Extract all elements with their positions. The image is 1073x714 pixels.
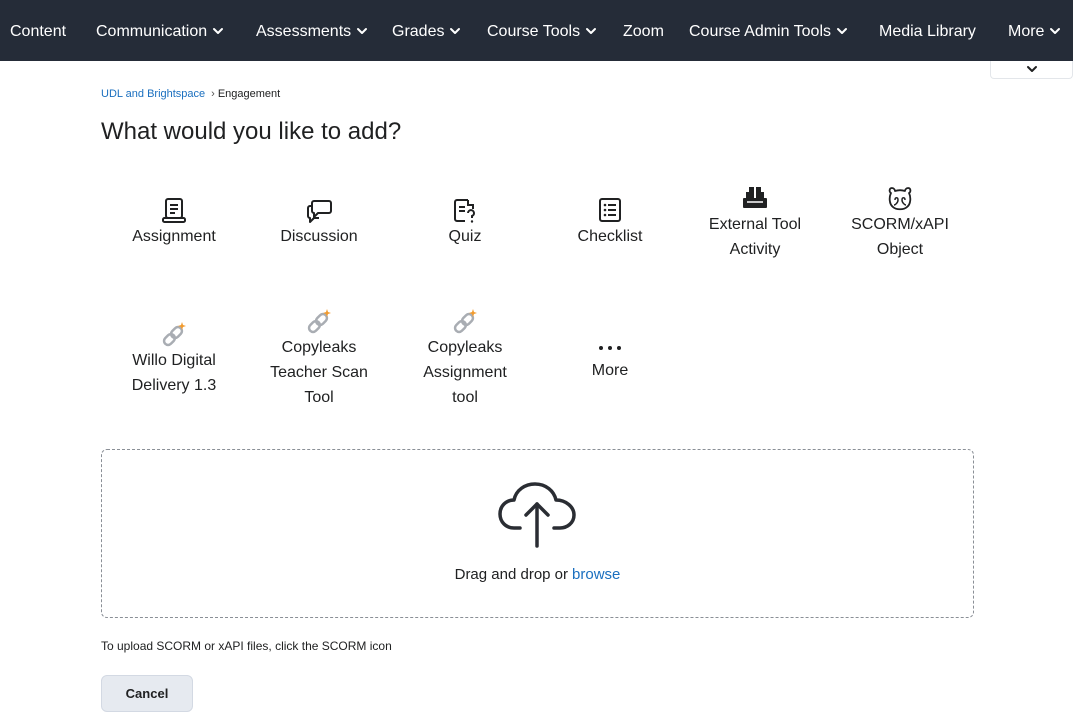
nav-grades[interactable]: Grades	[392, 0, 461, 61]
file-drop-zone[interactable]: Drag and drop or browse	[101, 449, 974, 618]
external-tool-icon	[743, 187, 767, 208]
tile-label: Activity	[729, 241, 781, 258]
breadcrumb: UDL and Brightspace › Engagement	[101, 88, 280, 100]
breadcrumb-current: Engagement	[217, 88, 281, 100]
chevron-down-icon	[450, 28, 461, 34]
chevron-down-icon	[1027, 66, 1037, 72]
tile-copyleaks-assignment-tool[interactable]: Copyleaks Assignment tool	[392, 307, 538, 410]
tile-quiz[interactable]: Quiz	[392, 196, 538, 249]
nav-overflow-toggle[interactable]	[990, 61, 1073, 79]
tile-copyleaks-teacher-scan-tool[interactable]: Copyleaks Teacher Scan Tool	[246, 307, 392, 410]
tile-label: Tool	[304, 389, 334, 406]
nav-communication[interactable]: Communication	[96, 0, 224, 61]
tile-label: Checklist	[577, 228, 643, 245]
nav-course-admin-tools[interactable]: Course Admin Tools	[689, 0, 848, 61]
chevron-down-icon	[357, 28, 368, 34]
tile-label: Assignment	[423, 364, 507, 381]
nav-more[interactable]: More	[1008, 0, 1061, 61]
quiz-icon	[454, 199, 475, 223]
course-navbar: Content Communication Assessments Grades…	[0, 0, 1073, 61]
chevron-down-icon	[586, 28, 597, 34]
tile-label: tool	[452, 389, 478, 406]
checklist-icon	[599, 198, 621, 222]
tile-label: Teacher Scan	[270, 364, 368, 381]
tile-label: Discussion	[280, 228, 358, 245]
tile-assignment[interactable]: Assignment	[101, 196, 247, 249]
chevron-down-icon	[837, 28, 847, 34]
tile-scorm-xapi-object[interactable]: SCORM/xAPI Object	[827, 184, 973, 262]
lti-link-icon	[453, 309, 477, 334]
nav-zoom[interactable]: Zoom	[623, 0, 664, 61]
tile-label: Delivery 1.3	[131, 377, 217, 394]
chevron-down-icon	[1050, 28, 1061, 34]
tile-checklist[interactable]: Checklist	[537, 196, 683, 249]
tile-label: Quiz	[448, 228, 482, 245]
nav-course-tools[interactable]: Course Tools	[487, 0, 597, 61]
tile-discussion[interactable]: Discussion	[246, 196, 392, 249]
page-title: What would you like to add?	[101, 118, 402, 145]
more-dots-icon	[599, 346, 621, 350]
assignment-icon	[162, 198, 186, 223]
lti-link-icon	[162, 322, 186, 347]
tile-label: Assignment	[132, 228, 216, 245]
breadcrumb-parent-link[interactable]: UDL and Brightspace	[101, 88, 205, 100]
tile-label: Copyleaks	[427, 339, 503, 356]
nav-assessments[interactable]: Assessments	[256, 0, 368, 61]
tile-label: External Tool	[708, 216, 802, 233]
discussion-icon	[307, 200, 332, 223]
lti-link-icon	[307, 309, 331, 334]
chevron-down-icon	[213, 28, 224, 34]
tile-label: Willo Digital	[132, 352, 216, 369]
tile-label: More	[591, 362, 629, 379]
tile-label: Copyleaks	[281, 339, 357, 356]
tile-external-tool-activity[interactable]: External Tool Activity	[682, 184, 828, 262]
tile-more[interactable]: More	[537, 338, 683, 383]
scorm-upload-hint: To upload SCORM or xAPI files, click the…	[101, 639, 392, 653]
tile-label: SCORM/xAPI	[851, 216, 949, 233]
cancel-button[interactable]: Cancel	[101, 675, 193, 712]
breadcrumb-separator: ›	[211, 88, 215, 100]
cloud-upload-icon	[498, 482, 576, 548]
browse-link[interactable]: browse	[572, 566, 620, 583]
drop-instructions: Drag and drop or browse	[454, 566, 621, 583]
scorm-icon	[888, 187, 912, 211]
tile-willo-digital-delivery[interactable]: Willo Digital Delivery 1.3	[101, 320, 247, 398]
tile-label: Object	[876, 241, 924, 258]
nav-content[interactable]: Content	[10, 0, 66, 61]
nav-media-library[interactable]: Media Library	[879, 0, 976, 61]
